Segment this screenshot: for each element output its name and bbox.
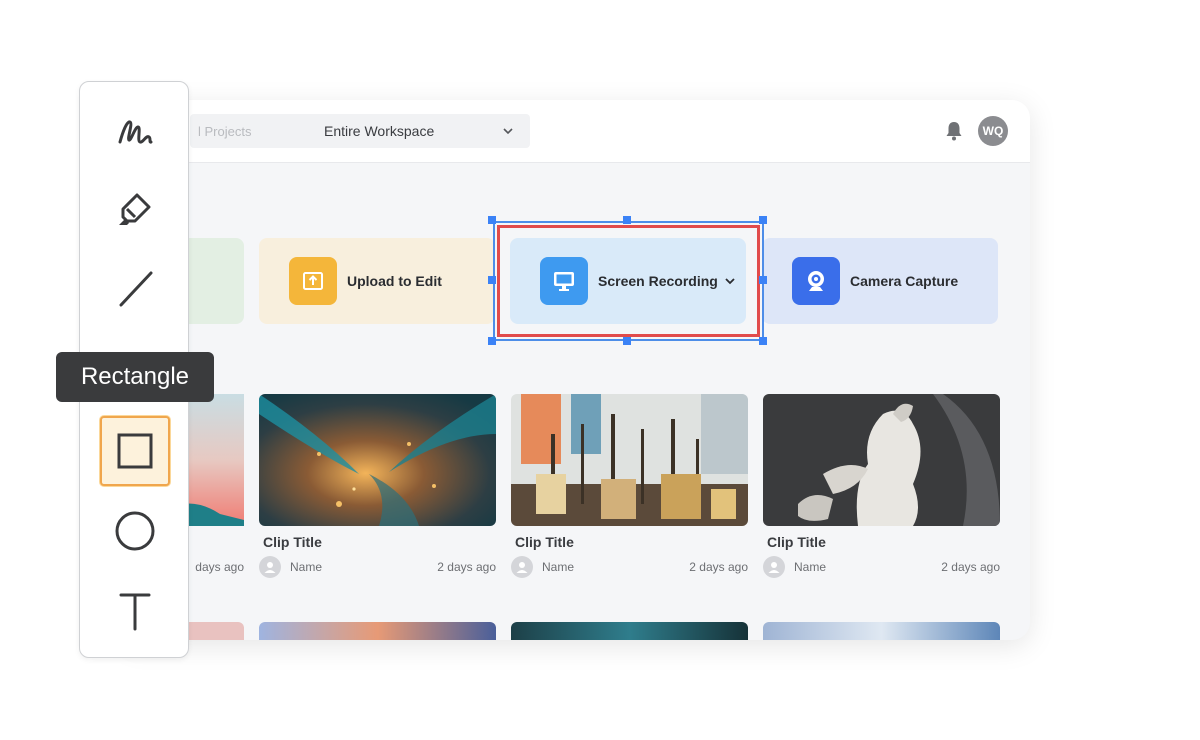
clip-thumbnail[interactable] <box>259 394 496 526</box>
clip-thumbnail-row2[interactable] <box>259 622 496 640</box>
search-input[interactable] <box>190 114 314 148</box>
thumbnail-image <box>259 394 496 526</box>
upload-to-edit-card[interactable]: Upload to Edit <box>259 238 495 324</box>
resize-handle-left[interactable] <box>488 276 496 284</box>
clip-thumbnail[interactable] <box>763 394 1000 526</box>
clip-thumbnail[interactable] <box>511 394 748 526</box>
user-icon <box>511 556 533 578</box>
clip-time: 2 days ago <box>941 560 1000 574</box>
card-label: Upload to Edit <box>347 273 442 289</box>
tool-tooltip: Rectangle <box>56 352 214 402</box>
clip-meta: Name 2 days ago <box>511 556 748 578</box>
clip-title: Clip Title <box>767 534 826 550</box>
clip-author: Name <box>542 560 575 574</box>
clip-time: 2 days ago <box>689 560 748 574</box>
freehand-icon <box>118 120 153 144</box>
thumbnail-image <box>511 394 748 526</box>
scope-select-label: Entire Workspace <box>324 123 435 139</box>
highlighter-tool[interactable] <box>100 174 170 244</box>
circle-icon <box>115 511 155 551</box>
line-tool[interactable] <box>100 254 170 324</box>
resize-handle-top-left[interactable] <box>488 216 496 224</box>
text-icon <box>119 593 151 631</box>
user-icon <box>763 556 785 578</box>
resize-handle-right[interactable] <box>759 276 767 284</box>
clip-card[interactable]: Clip Title Name 2 days ago <box>259 394 496 578</box>
clip-author: Name <box>290 560 323 574</box>
clip-author: Name <box>794 560 827 574</box>
clip-card[interactable]: Clip Title Name 2 days ago <box>763 394 1000 578</box>
bell-icon[interactable] <box>944 120 964 142</box>
camera-capture-card[interactable]: Camera Capture <box>762 238 998 324</box>
clip-title: Clip Title <box>263 534 322 550</box>
webcam-icon <box>792 257 840 305</box>
chevron-down-icon <box>503 128 513 135</box>
text-tool[interactable] <box>100 576 170 646</box>
clip-thumbnail-row2[interactable] <box>511 622 748 640</box>
app-window: Entire Workspace WQ Upload to Edit <box>120 100 1030 640</box>
user-avatar[interactable]: WQ <box>978 116 1008 146</box>
selection-box[interactable] <box>493 221 764 341</box>
line-icon <box>119 271 153 307</box>
clip-card[interactable]: Clip Title Name 2 days ago <box>511 394 748 578</box>
resize-handle-bottom-left[interactable] <box>488 337 496 345</box>
resize-handle-bottom[interactable] <box>623 337 631 345</box>
upload-icon <box>289 257 337 305</box>
clip-title: Clip Title <box>515 534 574 550</box>
freehand-tool[interactable] <box>100 96 170 166</box>
resize-handle-top-right[interactable] <box>759 216 767 224</box>
resize-handle-bottom-right[interactable] <box>759 337 767 345</box>
resize-handle-top[interactable] <box>623 216 631 224</box>
clip-meta: Name 2 days ago <box>763 556 1000 578</box>
rectangle-annotation <box>497 225 760 337</box>
clip-meta: Name 2 days ago <box>259 556 496 578</box>
circle-tool[interactable] <box>100 496 170 566</box>
rectangle-icon <box>117 433 153 469</box>
thumbnail-image <box>763 394 1000 526</box>
rectangle-tool[interactable] <box>100 416 170 486</box>
clip-thumbnail-row2[interactable] <box>763 622 1000 640</box>
user-icon <box>259 556 281 578</box>
top-bar: Entire Workspace WQ <box>120 100 1030 163</box>
card-label: Camera Capture <box>850 273 959 289</box>
workspace-scope-select[interactable]: Entire Workspace <box>310 114 530 148</box>
clip-time: 2 days ago <box>437 560 496 574</box>
highlighter-icon <box>119 193 151 225</box>
